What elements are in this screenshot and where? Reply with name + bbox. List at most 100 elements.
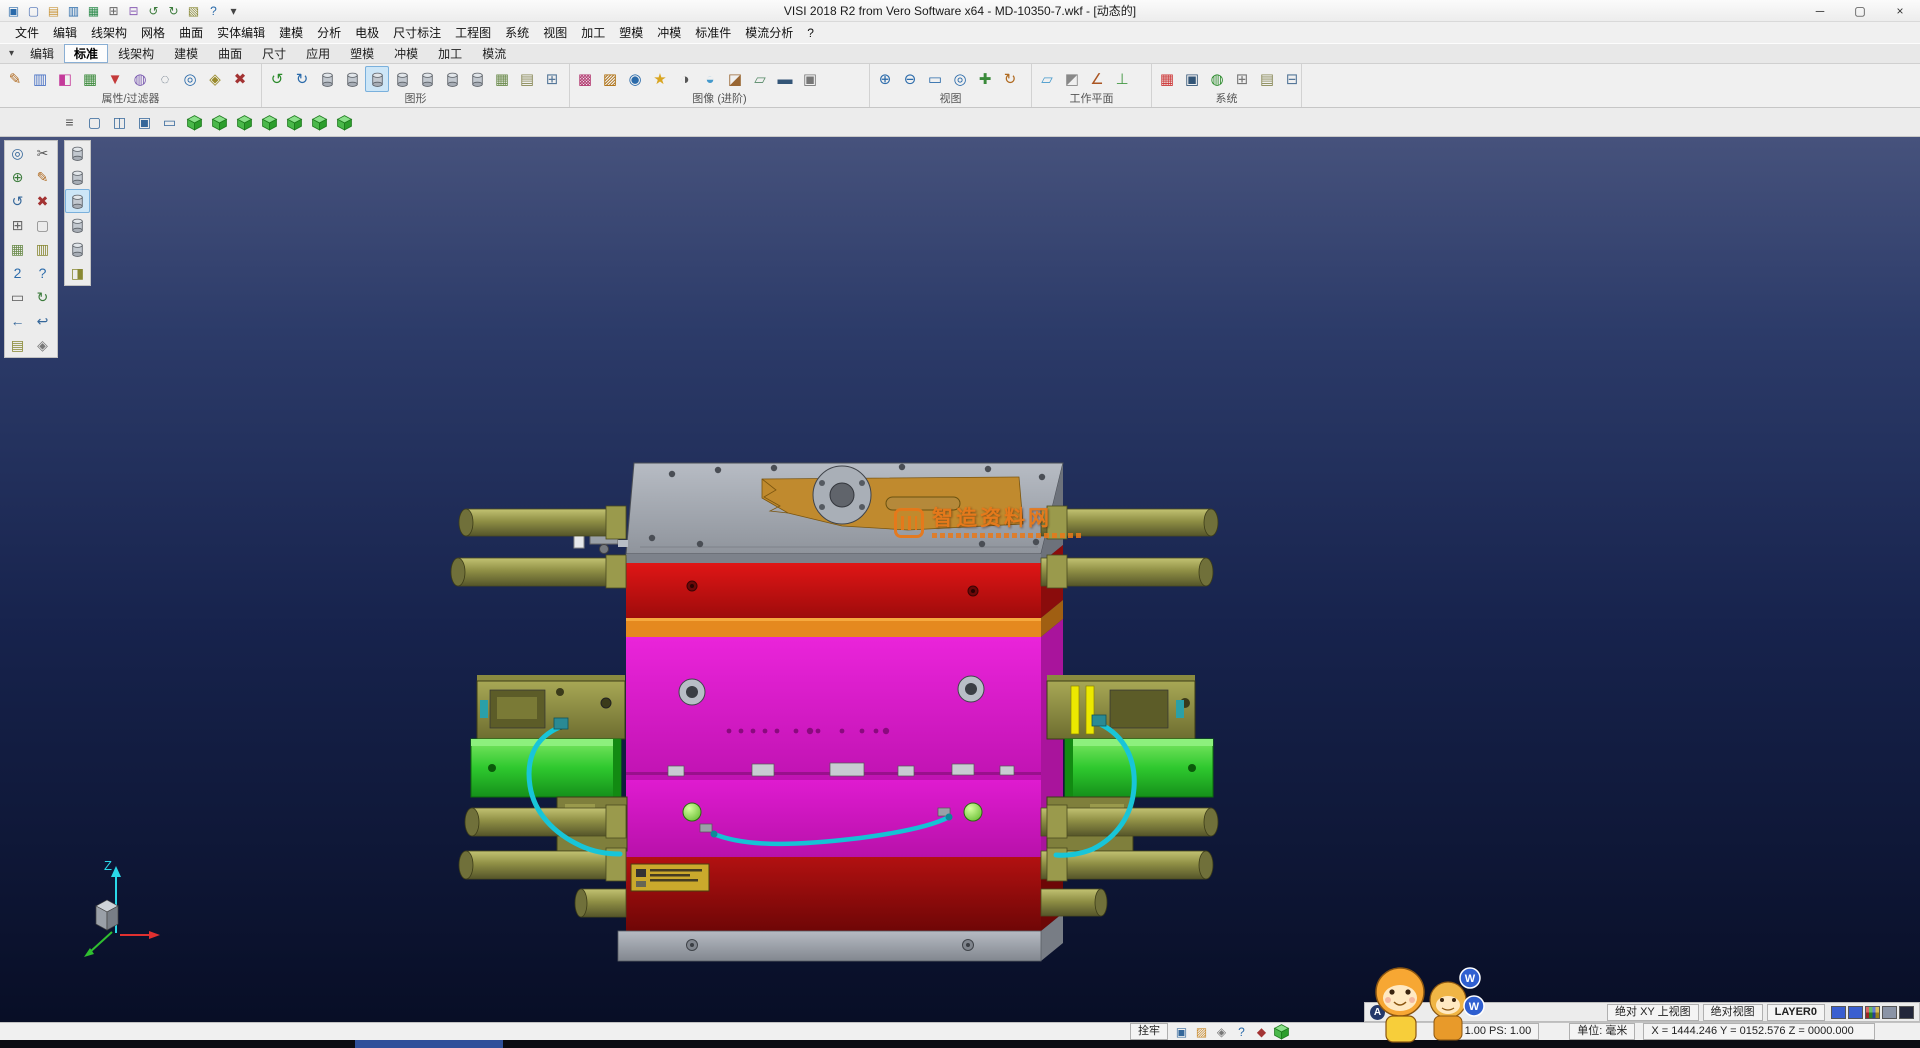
delete-icon[interactable]: ✖ (30, 189, 55, 213)
layer-grid-icon[interactable]: ▤ (515, 66, 539, 92)
lock-elements-icon[interactable]: ◈ (203, 66, 227, 92)
section-view-icon[interactable]: ◪ (723, 66, 747, 92)
active-color-swatch[interactable] (1831, 1006, 1846, 1019)
snap-settings-icon[interactable]: ⊞ (1230, 66, 1254, 92)
calculator-icon[interactable]: ⊟ (1280, 66, 1304, 92)
edit-attributes-icon[interactable]: ✎ (3, 66, 27, 92)
hide-elements-icon[interactable]: ◌ (153, 66, 177, 92)
settings-icon[interactable]: ◈ (1212, 1024, 1231, 1040)
show-elements-icon[interactable]: ◎ (178, 66, 202, 92)
options-icon[interactable]: ◈ (30, 333, 55, 357)
view-cube-icon[interactable] (1272, 1024, 1291, 1040)
undo-icon[interactable]: ↺ (144, 2, 163, 20)
active-layer-indicator[interactable]: LAYER0 (1767, 1004, 1825, 1021)
menu-electrode[interactable]: 电极 (348, 21, 386, 44)
menu-system[interactable]: 系统 (498, 21, 536, 44)
viewport-3d[interactable]: Z 智造资料网 (0, 137, 1920, 1022)
matrix-display-icon[interactable]: ⊞ (540, 66, 564, 92)
tab-application[interactable]: 应用 (296, 44, 340, 63)
line-style-swatch[interactable] (1882, 1006, 1897, 1019)
copy-icon[interactable]: ▧ (184, 2, 203, 20)
transparent-display-icon[interactable] (415, 66, 439, 92)
split-window-icon[interactable]: ◫ (108, 111, 131, 134)
tab-machining[interactable]: 加工 (428, 44, 472, 63)
rotate-view-icon[interactable]: ↻ (998, 66, 1022, 92)
zoom-out-icon[interactable]: ⊖ (898, 66, 922, 92)
secondary-color-swatch[interactable] (1848, 1006, 1863, 1019)
clipboard-icon[interactable]: ▥ (30, 237, 55, 261)
regenerate-icon[interactable]: ↻ (290, 66, 314, 92)
query-icon[interactable]: ? (30, 261, 55, 285)
menu-moldflow-analysis[interactable]: 模流分析 (738, 21, 800, 44)
shaded-display-icon[interactable] (365, 66, 389, 92)
sketch-icon[interactable]: ✎ (30, 165, 55, 189)
tab-modeling[interactable]: 建模 (164, 44, 208, 63)
display-settings-icon[interactable]: ▣ (1180, 66, 1204, 92)
menu-surface[interactable]: 曲面 (172, 21, 210, 44)
layer-filter-icon[interactable]: ▦ (78, 66, 102, 92)
tab-moldflow[interactable]: 模流 (472, 44, 516, 63)
shading-mode-2-icon[interactable] (65, 165, 90, 189)
workplane-face-icon[interactable]: ◩ (1060, 66, 1084, 92)
menu-view[interactable]: 视图 (536, 21, 574, 44)
undo-view-icon[interactable]: ↩ (30, 309, 55, 333)
minimize-button[interactable]: ─ (1800, 0, 1840, 22)
print-icon[interactable]: ⊞ (104, 2, 123, 20)
print-preview-icon[interactable]: ⊞ (5, 213, 30, 237)
tab-edit[interactable]: 编辑 (20, 44, 64, 63)
palette-swatch[interactable] (1865, 1006, 1880, 1019)
lock-toggle[interactable]: 拴牢 (1130, 1023, 1168, 1040)
image-export-icon[interactable]: ▨ (1192, 1024, 1211, 1040)
chevron-down-icon[interactable]: ▾ (3, 48, 20, 59)
save-all-icon[interactable]: ▦ (84, 2, 103, 20)
repaint-icon[interactable]: ↺ (265, 66, 289, 92)
left-view-icon[interactable] (283, 111, 306, 134)
customize-quick-access-icon[interactable]: ▾ (224, 2, 243, 20)
menu-standard-parts[interactable]: 标准件 (688, 21, 738, 44)
menu-solid-edit[interactable]: 实体编辑 (210, 21, 272, 44)
refresh-icon[interactable]: ↻ (30, 285, 55, 309)
plot-icon[interactable]: ⊟ (124, 2, 143, 20)
sheet-icon[interactable]: ▢ (30, 213, 55, 237)
save-icon[interactable]: ▥ (64, 2, 83, 20)
menu-dimensioning[interactable]: 尺寸标注 (386, 21, 448, 44)
toolbar-grip-icon[interactable]: ≡ (58, 111, 81, 134)
wireframe-display-icon[interactable] (315, 66, 339, 92)
pan-icon[interactable]: ✚ (973, 66, 997, 92)
screen-capture-icon[interactable]: ▣ (1172, 1024, 1191, 1040)
menu-analysis[interactable]: 分析 (310, 21, 348, 44)
back-view-icon[interactable] (308, 111, 331, 134)
maximize-button[interactable]: ▢ (1840, 0, 1880, 22)
close-button[interactable]: × (1880, 0, 1920, 22)
tab-die[interactable]: 冲模 (384, 44, 428, 63)
shading-mode-4-icon[interactable] (65, 213, 90, 237)
grid-display-icon[interactable]: ▦ (490, 66, 514, 92)
element-filter-icon[interactable]: ▼ (103, 66, 127, 92)
shading-mode-3-icon[interactable] (65, 189, 90, 213)
help-2-icon[interactable]: ? (1232, 1024, 1251, 1040)
zoom-extents-icon[interactable]: ◎ (948, 66, 972, 92)
color-palette-icon[interactable]: ▦ (1155, 66, 1179, 92)
snap-point-icon[interactable]: ⊕ (5, 165, 30, 189)
workplane-3points-icon[interactable]: ∠ (1085, 66, 1109, 92)
selection-mask-icon[interactable]: ◍ (128, 66, 152, 92)
trim-icon[interactable]: ✂ (30, 141, 55, 165)
front-view-icon[interactable] (208, 111, 231, 134)
dynamic-hidden-display-icon[interactable] (465, 66, 489, 92)
workplane-xy-icon[interactable]: ▱ (1035, 66, 1059, 92)
menu-file[interactable]: 文件 (8, 21, 46, 44)
advanced-render-icon[interactable]: ▩ (573, 66, 597, 92)
new-file-icon[interactable]: ▢ (24, 2, 43, 20)
menu-help[interactable]: ? (800, 23, 821, 43)
axonometric-view-icon[interactable] (333, 111, 356, 134)
monitor-icon[interactable]: ▣ (133, 111, 156, 134)
flat-shaded-display-icon[interactable] (440, 66, 464, 92)
menu-machining[interactable]: 加工 (574, 21, 612, 44)
menu-edit[interactable]: 编辑 (46, 21, 84, 44)
grid-icon[interactable]: ▦ (5, 237, 30, 261)
match-properties-icon[interactable]: ▥ (28, 66, 52, 92)
background-swatch[interactable] (1899, 1006, 1914, 1019)
view-2d-icon[interactable]: 2 (5, 261, 30, 285)
table-icon[interactable]: ▤ (1255, 66, 1279, 92)
material-brush-icon[interactable]: ◨ (65, 261, 90, 285)
